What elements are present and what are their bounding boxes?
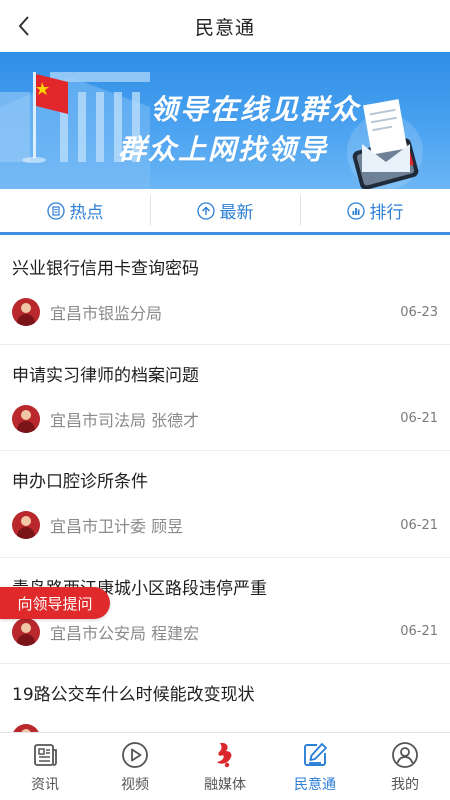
tab-hot[interactable]: 热点 bbox=[0, 189, 150, 232]
nav-media-label: 融媒体 bbox=[204, 776, 246, 793]
item-title: 19路公交车什么时候能改变现状 bbox=[12, 685, 255, 705]
item-title: 申请实习律师的档案问题 bbox=[12, 365, 199, 386]
back-button[interactable] bbox=[10, 12, 38, 40]
banner[interactable]: 领导在线见群众 群众上网找领导 bbox=[0, 52, 450, 189]
nav-minyitong[interactable]: 民意通 bbox=[270, 733, 360, 800]
tab-latest-label: 最新 bbox=[219, 203, 254, 223]
item-meta: 宜昌市卫计委 顾昱 06-21 bbox=[12, 510, 438, 540]
nav-minyitong-label: 民意通 bbox=[294, 776, 336, 793]
item-date: 06-21 bbox=[400, 517, 438, 533]
item-date: 06-23 bbox=[400, 304, 438, 320]
item-meta bbox=[12, 723, 438, 732]
list-item[interactable]: 兴业银行信用卡查询密码 宜昌市银监分局 06-23 bbox=[0, 238, 450, 345]
item-meta: 宜昌市公安局 程建宏 06-21 bbox=[12, 617, 438, 647]
page-title: 民意通 bbox=[194, 16, 255, 39]
avatar bbox=[12, 617, 40, 646]
nav-news[interactable]: 资讯 bbox=[0, 733, 90, 800]
item-date: 06-21 bbox=[400, 624, 438, 639]
banner-slogan-2: 群众上网找领导 bbox=[118, 133, 329, 166]
nav-video-label: 视频 bbox=[121, 776, 149, 793]
document-icon bbox=[46, 201, 65, 220]
item-department: 宜昌市银监分局 bbox=[50, 304, 163, 323]
chevron-left-icon bbox=[18, 16, 29, 36]
item-department: 宜昌市公安局 程建宏 bbox=[50, 623, 200, 643]
header-bar: 民意通 bbox=[0, 0, 450, 52]
nav-mine-label: 我的 bbox=[391, 776, 419, 793]
ask-leader-button[interactable]: 向领导提问 bbox=[0, 587, 110, 619]
avatar bbox=[12, 298, 40, 326]
item-meta: 宜昌市银监分局 06-23 bbox=[12, 297, 438, 327]
bottom-nav: 资讯 视频 融媒体 民意通 我的 bbox=[0, 732, 450, 800]
banner-slogan-1: 领导在线见群众 bbox=[150, 93, 361, 126]
list-item[interactable]: 申办口腔诊所条件 宜昌市卫计委 顾昱 06-21 bbox=[0, 451, 450, 558]
tab-ranking[interactable]: 排行 bbox=[300, 189, 450, 232]
list-item[interactable]: 19路公交车什么时候能改变现状 bbox=[0, 664, 450, 732]
bar-chart-icon bbox=[346, 201, 365, 220]
item-department: 宜昌市司法局 张德才 bbox=[50, 410, 200, 430]
arrow-up-circle-icon bbox=[196, 201, 215, 220]
avatar bbox=[12, 404, 40, 433]
tab-hot-label: 热点 bbox=[69, 203, 104, 223]
nav-mine[interactable]: 我的 bbox=[360, 733, 450, 800]
item-date: 06-21 bbox=[400, 411, 438, 426]
avatar bbox=[12, 511, 40, 539]
user-icon bbox=[392, 741, 418, 768]
item-title: 申办口腔诊所条件 bbox=[12, 472, 148, 492]
tab-ranking-label: 排行 bbox=[369, 203, 404, 223]
item-meta: 宜昌市司法局 张德才 06-21 bbox=[12, 404, 438, 434]
nav-video[interactable]: 视频 bbox=[90, 733, 180, 800]
question-list: 兴业银行信用卡查询密码 宜昌市银监分局 06-23 申请实习律师的档案问题 宜昌… bbox=[0, 238, 450, 732]
item-department: 宜昌市卫计委 顾昱 bbox=[50, 517, 184, 536]
tab-latest[interactable]: 最新 bbox=[150, 189, 300, 232]
media-logo-icon bbox=[217, 742, 232, 767]
nav-news-label: 资讯 bbox=[31, 776, 59, 793]
tab-bar: 热点 最新 排行 bbox=[0, 189, 450, 235]
avatar bbox=[12, 724, 40, 732]
play-icon bbox=[122, 741, 148, 768]
nav-media[interactable]: 融媒体 bbox=[180, 733, 270, 800]
news-icon bbox=[34, 743, 57, 766]
edit-icon bbox=[304, 742, 327, 766]
list-item[interactable]: 申请实习律师的档案问题 宜昌市司法局 张德才 06-21 bbox=[0, 345, 450, 451]
item-title: 兴业银行信用卡查询密码 bbox=[12, 259, 199, 279]
